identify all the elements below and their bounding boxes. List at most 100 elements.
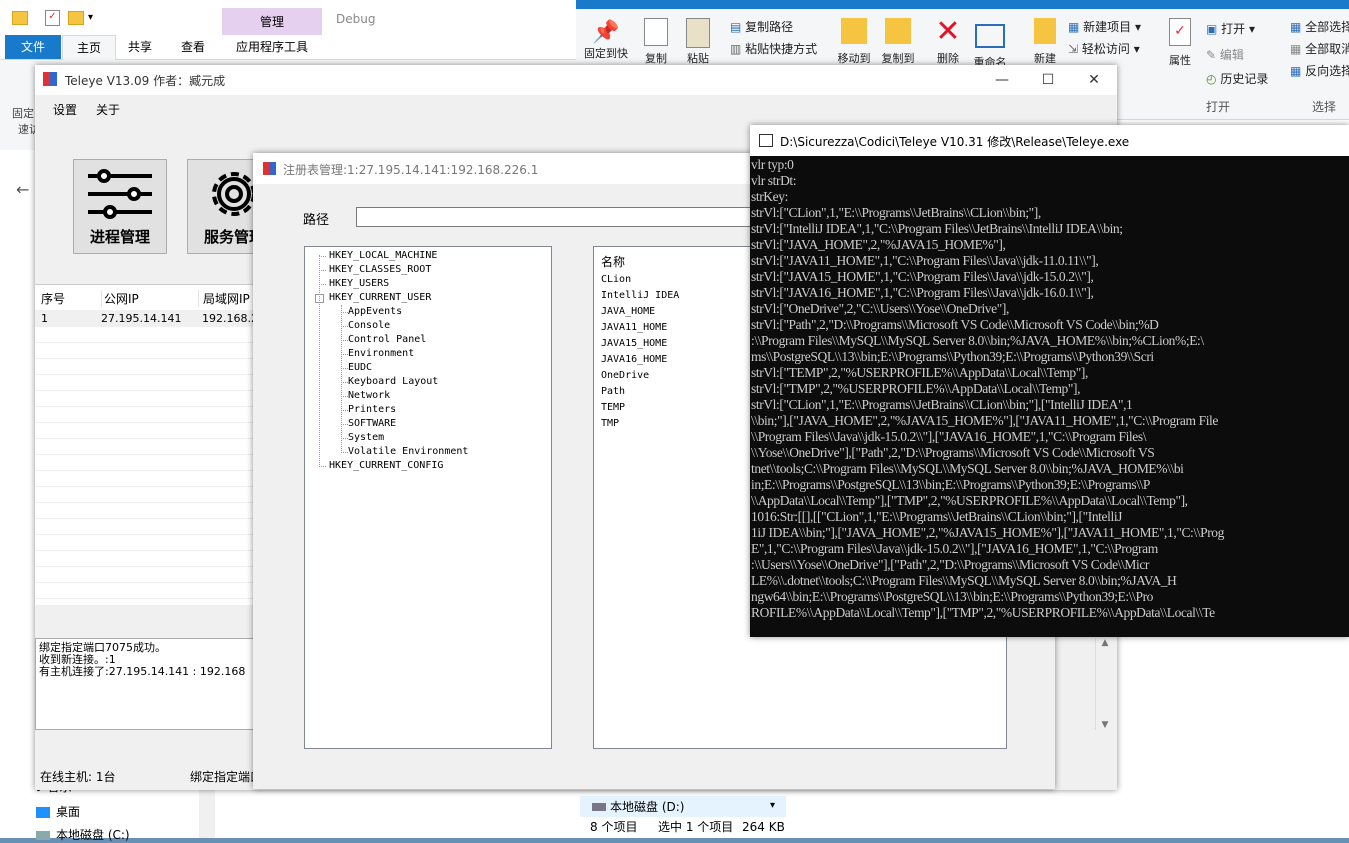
select-all-button[interactable]: ▦ 全部选择 [1290,18,1349,35]
copy-icon [644,18,668,46]
tree-node[interactable]: HKEY_USERS [329,278,389,290]
history-icon: ◴ [1206,72,1217,86]
table-row[interactable]: 1 27.195.14.141 192.168.2 [35,310,258,327]
tree-node[interactable]: HKEY_CURRENT_USER [329,292,431,304]
list-item[interactable]: Path [601,386,625,397]
menu-settings[interactable]: 设置 [53,101,77,118]
console-line: 1iJ IDEA\\bin;"],["JAVA_HOME",2,"%JAVA15… [751,525,1225,540]
new-label: 新建 [1034,52,1056,65]
log-box[interactable]: 绑定指定端口7075成功。 收到新连接。:1 有主机连接了:27.195.14.… [35,638,255,730]
list-item[interactable]: IntelliJ IDEA [601,290,679,301]
list-item[interactable]: TMP [601,418,619,429]
tab-manage[interactable]: 管理 [222,13,322,30]
properties-button[interactable]: ✓ 属性 [1162,18,1198,68]
console-output[interactable]: vlr typ:0 vlr strDt: strKey: strVl:["CLion"… [750,156,1349,637]
nav-item-drive-c[interactable]: 本地磁盘 (C:) [36,826,130,843]
list-item[interactable]: OneDrive [601,370,649,381]
tree-connector [319,270,326,271]
paste-button[interactable]: 粘贴 [680,18,716,66]
tree-node[interactable]: Volatile Environment [348,446,468,458]
properties-label: 属性 [1169,54,1191,67]
properties-icon: ✓ [1169,18,1191,46]
console-line: :\\Users\\Yose\\OneDrive"],["Path",2,"D:… [751,557,1150,572]
scroll-down-icon[interactable]: ▼ [1096,720,1114,730]
tree-node[interactable]: HKEY_LOCAL_MACHINE [329,250,437,262]
tab-view[interactable]: 查看 [166,35,220,59]
tab-home[interactable]: 主页 [62,35,116,60]
tree-node[interactable]: Printers [348,404,396,416]
rename-button[interactable]: 重命名 [970,18,1010,70]
easy-access-button[interactable]: ⇲ 轻松访问 ▾ [1068,40,1140,57]
properties-qa-icon[interactable]: ✓ [45,10,60,26]
open-button[interactable]: ▣ 打开 ▾ [1206,20,1255,37]
tree-connector [341,438,348,439]
list-item[interactable]: CLion [601,274,631,285]
list-item[interactable]: TEMP [601,402,625,413]
delete-button[interactable]: ✕ 删除 [930,14,966,66]
menu-about[interactable]: 关于 [96,101,120,118]
close-button[interactable]: ✕ [1071,65,1117,95]
tab-share[interactable]: 共享 [114,35,166,59]
path-input[interactable] [356,207,798,227]
new-item-button[interactable]: ▦ 新建项目 ▾ [1068,18,1141,35]
list-item[interactable]: JAVA15_HOME [601,338,667,349]
tree-node[interactable]: AppEvents [348,306,402,318]
console-line: ngw64\\bin;E:\\Programs\\PostgreSQL\\13\… [751,589,1154,604]
tab-file[interactable]: 文件 [5,35,61,59]
nav-item-desktop[interactable]: 桌面 [36,803,80,820]
history-button[interactable]: ◴ 历史记录 [1206,70,1268,87]
col-header-public-ip[interactable]: 公网IP [101,290,139,307]
console-line: \\Program Files\\Java\\jdk-15.0.2\\"],["… [751,429,1147,444]
scroll-down-icon[interactable]: ▾ [770,800,775,811]
copy-label: 复制 [645,52,667,65]
console-line: \\Yose\\OneDrive"],["Path",2,"D:\\Progra… [751,445,1155,460]
move-to-button[interactable]: 移动到 [834,18,874,66]
copy-button[interactable]: 复制 [638,18,674,66]
tree-node[interactable]: Network [348,390,390,402]
copy-path-button[interactable]: ▤ 复制路径 [730,18,793,35]
table-grid [35,327,255,605]
tree-node[interactable]: Console [348,320,390,332]
col-header-lan-ip[interactable]: 局域网IP [198,290,250,307]
tree-node[interactable]: HKEY_CURRENT_CONFIG [329,460,443,472]
copy-to-button[interactable]: 复制到 [878,18,918,66]
console-line: vlr strDt: [751,173,797,188]
new-folder-qa-icon[interactable] [68,11,84,25]
tree-node[interactable]: Keyboard Layout [348,376,438,388]
status-selected: 选中 1 个项目 [658,820,734,834]
tree-node[interactable]: EUDC [348,362,372,374]
console-line: strVl:["TMP",2,"%USERPROFILE%\\AppData\\… [751,381,1081,396]
list-header-name[interactable]: 名称 [601,253,625,270]
new-item-label: 新建项目 [1083,20,1132,34]
log-scrollbar[interactable]: ▲ ▼ [1095,638,1114,730]
customize-qa-icon[interactable]: ▾ [88,12,93,23]
col-header-index[interactable]: 序号 [41,290,65,307]
console-line: tnet\\tools;C:\\Program Files\\MySQL\\My… [751,461,1184,476]
pin-button[interactable]: 📌 固定到快 [582,20,630,61]
scroll-up-icon[interactable]: ▲ [1096,638,1114,648]
list-item[interactable]: JAVA11_HOME [601,322,667,333]
tree-node[interactable]: System [348,432,384,444]
select-none-button[interactable]: ▦ 全部取消 [1290,40,1349,57]
tree-node[interactable]: HKEY_CLASSES_ROOT [329,264,431,276]
maximize-button[interactable]: ☐ [1025,65,1071,95]
tab-app-tools[interactable]: 应用程序工具 [222,35,322,59]
paste-shortcut-button[interactable]: ▥ 粘贴快捷方式 [730,40,817,57]
registry-tree[interactable]: HKEY_LOCAL_MACHINE HKEY_CLASSES_ROOT HKEY_… [304,246,552,749]
tree-node[interactable]: SOFTWARE [348,418,396,430]
list-item[interactable]: JAVA16_HOME [601,354,667,365]
invert-selection-button[interactable]: ▦ 反向选择 [1290,62,1349,79]
tree-node[interactable]: Environment [348,348,414,360]
tree-connector [319,256,326,257]
drive-d-item[interactable]: 本地磁盘 (D:) [580,796,786,818]
console-line: strVl:["Path",2,"D:\\Programs\\Microsoft… [751,317,1159,332]
list-item[interactable]: JAVA_HOME [601,306,655,317]
tree-node[interactable]: Control Panel [348,334,426,346]
minimize-button[interactable]: — [979,65,1025,95]
process-manager-button[interactable]: 进程管理 [73,159,167,254]
move-to-icon [841,18,867,44]
back-arrow-icon[interactable]: ← [16,180,29,199]
tab-debug: Debug [336,12,376,26]
status-online: 在线主机: 1台 [40,770,116,784]
new-folder-button[interactable]: 新建 [1028,18,1062,66]
